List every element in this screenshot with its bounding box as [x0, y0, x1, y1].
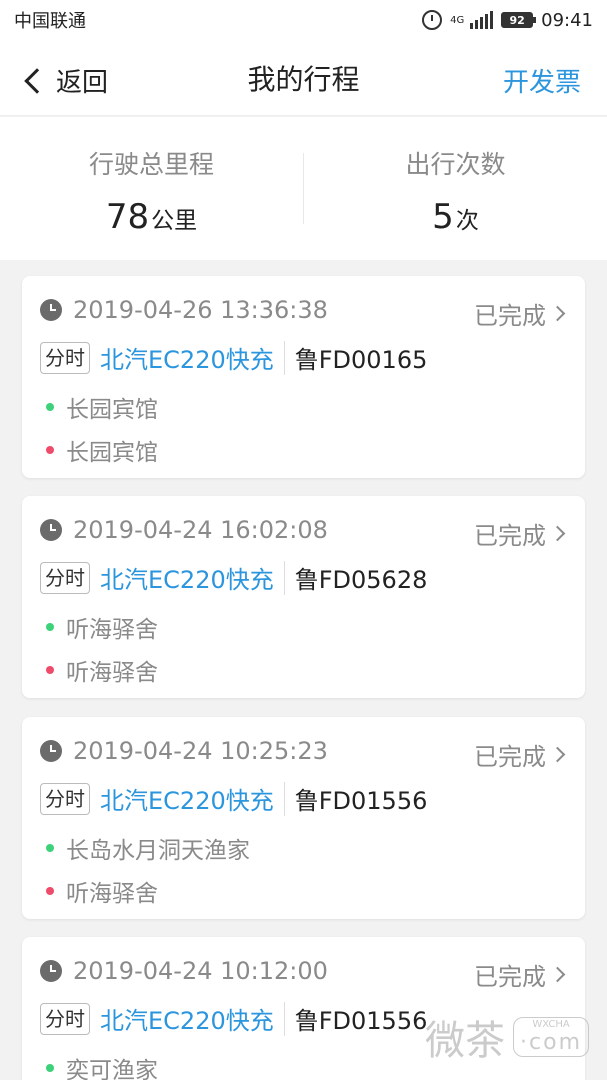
- start-location: 长园宾馆: [46, 390, 158, 424]
- vehicle-model: 北汽EC220快充: [100, 346, 274, 374]
- trip-time-row: 2019-04-24 10:25:23: [40, 737, 328, 765]
- trip-time: 2019-04-26 13:36:38: [73, 296, 328, 324]
- vehicle-divider: [283, 781, 285, 816]
- back-button[interactable]: 返回: [24, 62, 108, 99]
- trip-card[interactable]: 2019-04-26 13:36:38 已完成 分时 北汽EC220快充 鲁FD…: [22, 276, 585, 478]
- license-plate: 鲁FD05628: [294, 566, 428, 594]
- trip-vehicle-row: 分时 北汽EC220快充 鲁FD00165: [40, 340, 427, 375]
- rental-type-tag: 分时: [40, 561, 90, 594]
- trip-vehicle-row: 分时 北汽EC220快充 鲁FD05628: [40, 560, 427, 595]
- end-dot-icon: [46, 666, 54, 674]
- alarm-icon: [422, 10, 443, 30]
- vehicle-model: 北汽EC220快充: [100, 566, 274, 594]
- start-dot-icon: [46, 844, 54, 852]
- trip-vehicle-row: 分时 北汽EC220快充 鲁FD01556: [40, 781, 427, 816]
- start-location: 听海驿舍: [46, 610, 158, 644]
- start-location-label: 奕可渔家: [66, 1058, 158, 1080]
- status-icons: 4G 92 09:41: [422, 10, 593, 31]
- vehicle-model: 北汽EC220快充: [100, 1007, 274, 1035]
- license-plate: 鲁FD01556: [294, 1007, 428, 1035]
- battery-icon: 92: [501, 12, 537, 28]
- start-location-label: 长岛水月洞天渔家: [66, 838, 250, 864]
- chevron-right-icon: [549, 746, 566, 763]
- trip-status[interactable]: 已完成: [474, 296, 566, 331]
- distance-value: 78 公里: [106, 197, 197, 237]
- rental-type-tag: 分时: [40, 1002, 90, 1035]
- start-dot-icon: [46, 403, 54, 411]
- chevron-right-icon: [549, 305, 566, 322]
- clock-icon: [40, 519, 62, 541]
- vehicle-divider: [283, 560, 285, 595]
- vehicle-model: 北汽EC220快充: [100, 787, 274, 815]
- page-title: 我的行程: [247, 62, 360, 96]
- trips-unit: 次: [455, 208, 479, 234]
- trip-status-label: 已完成: [474, 963, 546, 991]
- invoice-button[interactable]: 开发票: [503, 62, 581, 99]
- start-location: 长岛水月洞天渔家: [46, 831, 250, 865]
- trip-time-row: 2019-04-24 10:12:00: [40, 957, 328, 985]
- rental-type-tag: 分时: [40, 341, 90, 374]
- rental-type-tag: 分时: [40, 782, 90, 815]
- trips-summary: 出行次数 5 次: [304, 117, 607, 260]
- license-plate: 鲁FD01556: [294, 787, 428, 815]
- start-location: 奕可渔家: [46, 1051, 158, 1080]
- start-dot-icon: [46, 623, 54, 631]
- back-chevron-icon: [24, 67, 50, 94]
- trip-card[interactable]: 2019-04-24 10:25:23 已完成 分时 北汽EC220快充 鲁FD…: [22, 717, 585, 919]
- clock-icon: [40, 960, 62, 982]
- carrier-label: 中国联通: [14, 11, 86, 32]
- back-label: 返回: [56, 68, 109, 98]
- trip-status[interactable]: 已完成: [474, 516, 566, 551]
- end-location: 听海驿舍: [46, 874, 158, 908]
- network-type-label: 4G: [450, 14, 465, 26]
- signal-icon: [470, 11, 494, 29]
- end-dot-icon: [46, 446, 54, 454]
- trips-value: 5 次: [432, 197, 479, 237]
- status-bar: 中国联通 4G 92 09:41: [0, 0, 607, 40]
- trip-status[interactable]: 已完成: [474, 957, 566, 992]
- trip-card[interactable]: 2019-04-24 16:02:08 已完成 分时 北汽EC220快充 鲁FD…: [22, 496, 585, 698]
- trip-status-label: 已完成: [474, 522, 546, 550]
- start-dot-icon: [46, 1064, 54, 1072]
- end-location-label: 听海驿舍: [66, 881, 158, 907]
- distance-unit: 公里: [151, 208, 198, 234]
- trip-time-row: 2019-04-26 13:36:38: [40, 296, 328, 324]
- start-location-label: 听海驿舍: [66, 617, 158, 643]
- trip-time: 2019-04-24 10:12:00: [73, 957, 328, 985]
- trip-summary: 行驶总里程 78 公里 出行次数 5 次: [0, 117, 607, 260]
- clock-time: 09:41: [541, 9, 593, 31]
- trip-time: 2019-04-24 10:25:23: [73, 737, 328, 765]
- clock-icon: [40, 299, 62, 321]
- end-location: 长园宾馆: [46, 433, 158, 467]
- chevron-right-icon: [549, 525, 566, 542]
- battery-level: 92: [509, 13, 525, 27]
- trip-time-row: 2019-04-24 16:02:08: [40, 516, 328, 544]
- end-location-label: 听海驿舍: [66, 660, 158, 686]
- vehicle-divider: [283, 340, 285, 375]
- watermark-text: 微茶: [425, 1018, 506, 1064]
- distance-label: 行驶总里程: [88, 150, 214, 179]
- end-location: 听海驿舍: [46, 653, 158, 687]
- start-location-label: 长园宾馆: [66, 397, 158, 423]
- chevron-right-icon: [549, 966, 566, 983]
- clock-icon: [40, 740, 62, 762]
- trip-status-label: 已完成: [474, 302, 546, 330]
- end-location-label: 长园宾馆: [66, 440, 158, 466]
- distance-summary: 行驶总里程 78 公里: [0, 117, 303, 260]
- trip-time: 2019-04-24 16:02:08: [73, 516, 328, 544]
- trip-status[interactable]: 已完成: [474, 737, 566, 772]
- watermark-sub: ·com: [520, 1030, 582, 1055]
- distance-number: 78: [105, 197, 150, 237]
- trip-status-label: 已完成: [474, 743, 546, 771]
- vehicle-divider: [283, 1001, 285, 1036]
- trip-vehicle-row: 分时 北汽EC220快充 鲁FD01556: [40, 1001, 427, 1036]
- end-dot-icon: [46, 887, 54, 895]
- watermark-logo: 微茶 WXCHA ·com: [425, 1008, 589, 1066]
- trips-label: 出行次数: [405, 150, 506, 179]
- watermark-badge-text: WXCHA: [532, 1019, 570, 1030]
- watermark-badge: WXCHA ·com: [513, 1017, 589, 1057]
- trips-number: 5: [432, 197, 454, 237]
- license-plate: 鲁FD00165: [294, 346, 428, 374]
- navigation-bar: 返回 我的行程 开发票: [0, 40, 607, 116]
